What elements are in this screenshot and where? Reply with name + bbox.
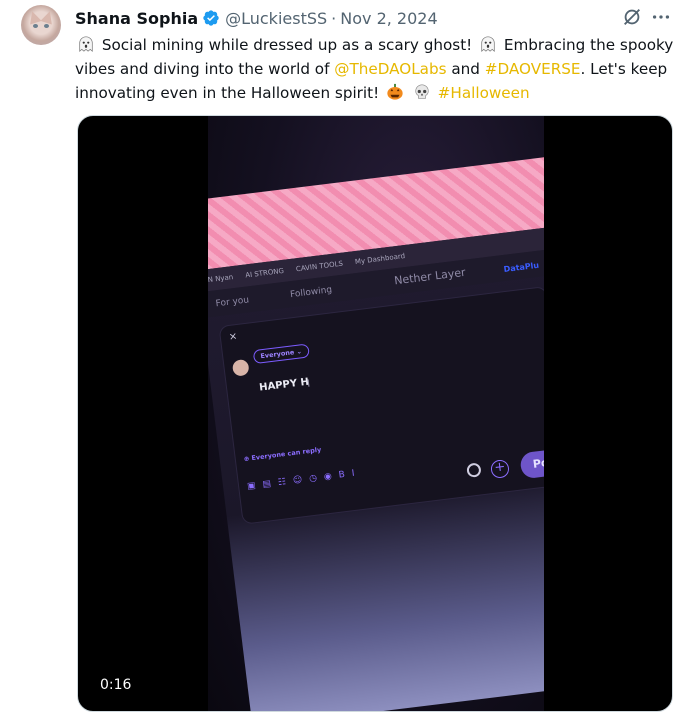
post-button: Post — [519, 447, 544, 480]
avatar-ear — [26, 9, 42, 25]
avatar-eye — [44, 24, 49, 28]
post-composer: × Everyone ⌄ HAPPY H I ⊕ Everyone can re… — [218, 286, 544, 525]
video-player[interactable]: N Nyan AI STRONG CAVIN TOOLS My Dashboar… — [77, 115, 673, 712]
tweet-line: vibes and diving into the world of @TheD… — [75, 57, 680, 81]
filmed-screen: N Nyan AI STRONG CAVIN TOOLS My Dashboar… — [208, 149, 544, 711]
composer-avatar — [231, 358, 250, 377]
tab-following: Following — [289, 285, 333, 301]
close-icon: × — [228, 331, 238, 343]
hashtag-link[interactable]: #Halloween — [438, 84, 530, 102]
audience-selector: Everyone ⌄ — [252, 343, 310, 365]
composer-toolbar-icons: ▣▤☷☺◷◉BI — [246, 467, 363, 492]
skull-emoji-icon — [415, 84, 429, 99]
avatar-eye — [33, 24, 38, 28]
overflow-link: DataPlu — [503, 260, 540, 275]
hashtag-link[interactable]: #DAOVERSE — [485, 60, 581, 78]
tweet-text-segment: vibes and diving into the world of — [75, 60, 330, 78]
ghost-emoji-icon — [79, 36, 93, 52]
video-frame: N Nyan AI STRONG CAVIN TOOLS My Dashboar… — [208, 116, 544, 711]
mention-link[interactable]: @TheDAOLabs — [334, 60, 446, 78]
tweet-text-segment: . Let's keep — [580, 60, 668, 78]
tweet-line: innovating even in the Halloween spirit!… — [75, 81, 680, 105]
tweet-text-segment: Social mining while dressed up as a scar… — [101, 36, 473, 54]
reply-setting: ⊕ Everyone can reply — [243, 445, 322, 464]
author-avatar[interactable] — [21, 5, 61, 45]
verified-badge-icon[interactable] — [202, 9, 220, 27]
bookmark-item: CAVIN TOOLS — [295, 259, 344, 274]
bookmark-item: AI STRONG — [244, 266, 285, 280]
more-options-icon[interactable] — [650, 6, 672, 28]
author-name[interactable]: Shana Sophia — [75, 9, 198, 28]
bookmark-item: My Dashboard — [354, 251, 406, 267]
video-duration: 0:16 — [100, 677, 132, 693]
post-date[interactable]: Nov 2, 2024 — [340, 9, 437, 28]
tweet-text: Social mining while dressed up as a scar… — [75, 33, 680, 105]
ghost-emoji-icon — [481, 36, 495, 52]
tweet-text-segment: and — [451, 60, 480, 78]
tweet-header: Shana Sophia @LuckiestSS · Nov 2, 2024 — [75, 7, 438, 29]
composer-text: HAPPY H — [258, 376, 310, 394]
tab-nether-layer: Nether Layer — [393, 265, 467, 288]
tab-for-you: For you — [215, 295, 250, 310]
grok-icon[interactable] — [621, 6, 643, 28]
avatar-ear — [40, 9, 56, 25]
character-count-ring — [466, 462, 482, 478]
tweet-text-segment: innovating even in the Halloween spirit! — [75, 84, 380, 102]
separator-dot: · — [331, 8, 337, 28]
bookmark-item: N Nyan — [208, 273, 234, 285]
text-cursor-icon: I — [306, 378, 311, 390]
author-handle[interactable]: @LuckiestSS — [225, 9, 327, 28]
tweet-text-segment: Embracing the spooky — [503, 36, 674, 54]
add-post-icon: + — [489, 458, 511, 480]
tweet-line: Social mining while dressed up as a scar… — [75, 33, 680, 57]
jack-o-lantern-emoji-icon — [387, 83, 403, 100]
